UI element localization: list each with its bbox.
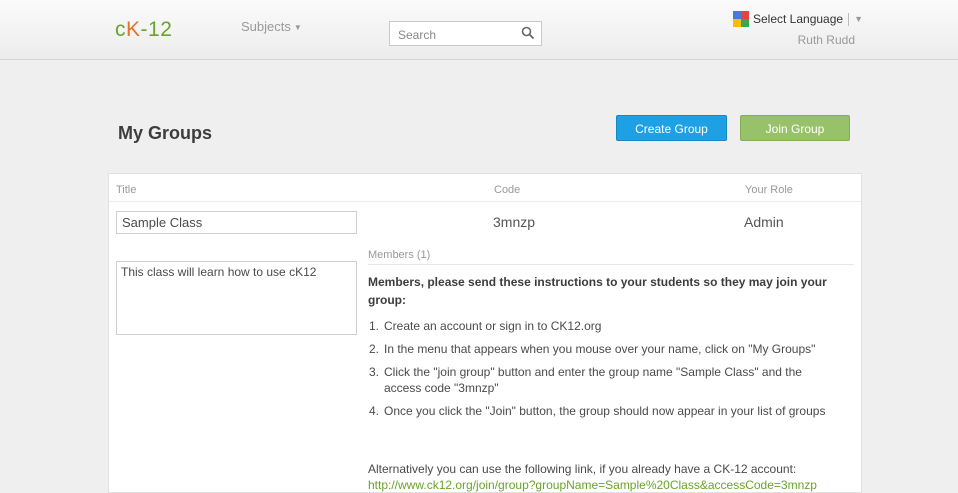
search-box [389,21,542,46]
search-icon[interactable] [521,26,535,40]
group-description-field[interactable]: This class will learn how to use cK12 [116,261,357,335]
divider [848,12,850,26]
step-number: 3. [369,365,380,379]
list-item: 4. Once you click the "Join" button, the … [368,403,838,419]
members-divider [368,264,854,265]
subjects-label: Subjects [241,19,291,34]
join-group-link[interactable]: http://www.ck12.org/join/group?groupName… [368,478,817,492]
step-text: Once you click the "Join" button, the gr… [384,404,826,418]
step-text: Click the "join group" button and enter … [384,365,802,395]
page-title: My Groups [118,123,213,143]
step-number: 2. [369,342,380,356]
join-group-button[interactable]: Join Group [740,115,850,141]
step-number: 4. [369,404,380,418]
language-selector[interactable]: Select Language ▼ [733,10,863,28]
list-item: 3. Click the "join group" button and ente… [368,364,838,396]
group-title-field[interactable]: Sample Class [116,211,357,234]
instructions-heading: Members, please send these instructions … [368,275,827,307]
language-label: Select Language [753,12,844,26]
step-text: Create an account or sign in to CK12.org [384,319,602,333]
create-group-button[interactable]: Create Group [616,115,727,141]
google-translate-icon [733,11,749,27]
column-header-title: Title [116,184,137,196]
members-label[interactable]: Members (1) [368,249,430,261]
search-input[interactable] [396,23,520,46]
chevron-down-icon: ▼ [854,14,863,24]
group-code: 3mnzp [493,214,536,230]
list-item: 1. Create an account or sign in to CK12.o… [368,318,838,334]
chevron-down-icon: ▼ [293,23,302,33]
logo-12: -12 [140,18,173,41]
subjects-menu[interactable]: Subjects ▼ [241,19,302,34]
column-header-role: Your Role [745,184,793,196]
ck12-logo[interactable]: cK-12 [115,18,172,42]
logo-k: K [126,18,141,41]
alternative-instructions: Alternatively you can use the following … [368,462,797,476]
list-item: 2. In the menu that appears when you mous… [368,341,838,357]
logo-c: c [115,18,126,41]
top-header: cK-12 Subjects▼ Select Language ▼ Ruth R… [0,0,958,60]
header-divider [109,201,861,202]
group-role: Admin [744,214,784,230]
user-name-menu[interactable]: Ruth Rudd [798,33,855,47]
step-text: In the menu that appears when you mouse … [384,342,816,356]
column-header-code: Code [494,184,521,196]
instructions-list: 1. Create an account or sign in to CK12.o… [368,318,838,426]
step-number: 1. [369,319,380,333]
